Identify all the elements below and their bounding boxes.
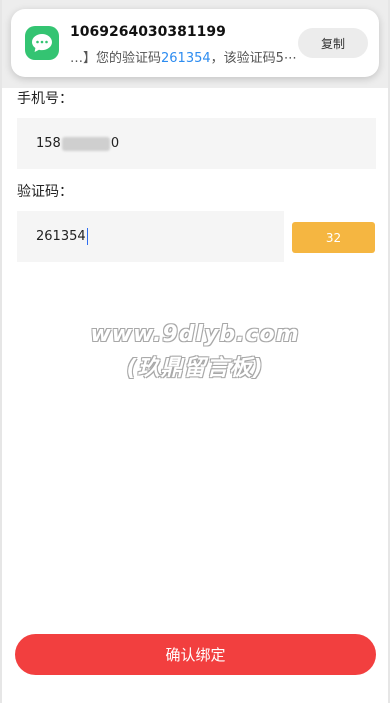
phone-label: 手机号： — [17, 91, 73, 107]
code-field[interactable]: 261354 — [17, 211, 284, 262]
code-value: 261354 — [36, 229, 86, 244]
copy-button[interactable]: 复制 — [298, 28, 368, 58]
watermark-name: (玖鼎留言板) — [126, 356, 264, 381]
phone-prefix: 158 — [36, 136, 61, 151]
phone-redaction-mask — [61, 136, 110, 151]
code-label: 验证码： — [17, 184, 73, 200]
resend-countdown-button[interactable]: 32 — [292, 222, 375, 253]
phone-field[interactable]: 158 0 — [17, 118, 376, 169]
sms-notification-banner[interactable]: 1069264030381199 …】您的验证码261354，该验证码5⋯ 复制 — [11, 9, 379, 77]
text-caret — [86, 228, 89, 245]
message-bubble-icon — [25, 26, 59, 60]
phone-suffix: 0 — [110, 136, 120, 151]
notification-sender: 1069264030381199 — [70, 24, 226, 40]
notification-body-suffix: ，该验证码5⋯ — [210, 51, 297, 66]
notification-code: 261354 — [161, 51, 211, 66]
notification-body-prefix: …】您的验证码 — [70, 51, 162, 66]
watermark-url: www.9dlyb.com — [90, 322, 300, 347]
confirm-bind-button[interactable]: 确认绑定 — [15, 634, 376, 675]
notification-body: …】您的验证码261354，该验证码5⋯ — [70, 47, 310, 66]
